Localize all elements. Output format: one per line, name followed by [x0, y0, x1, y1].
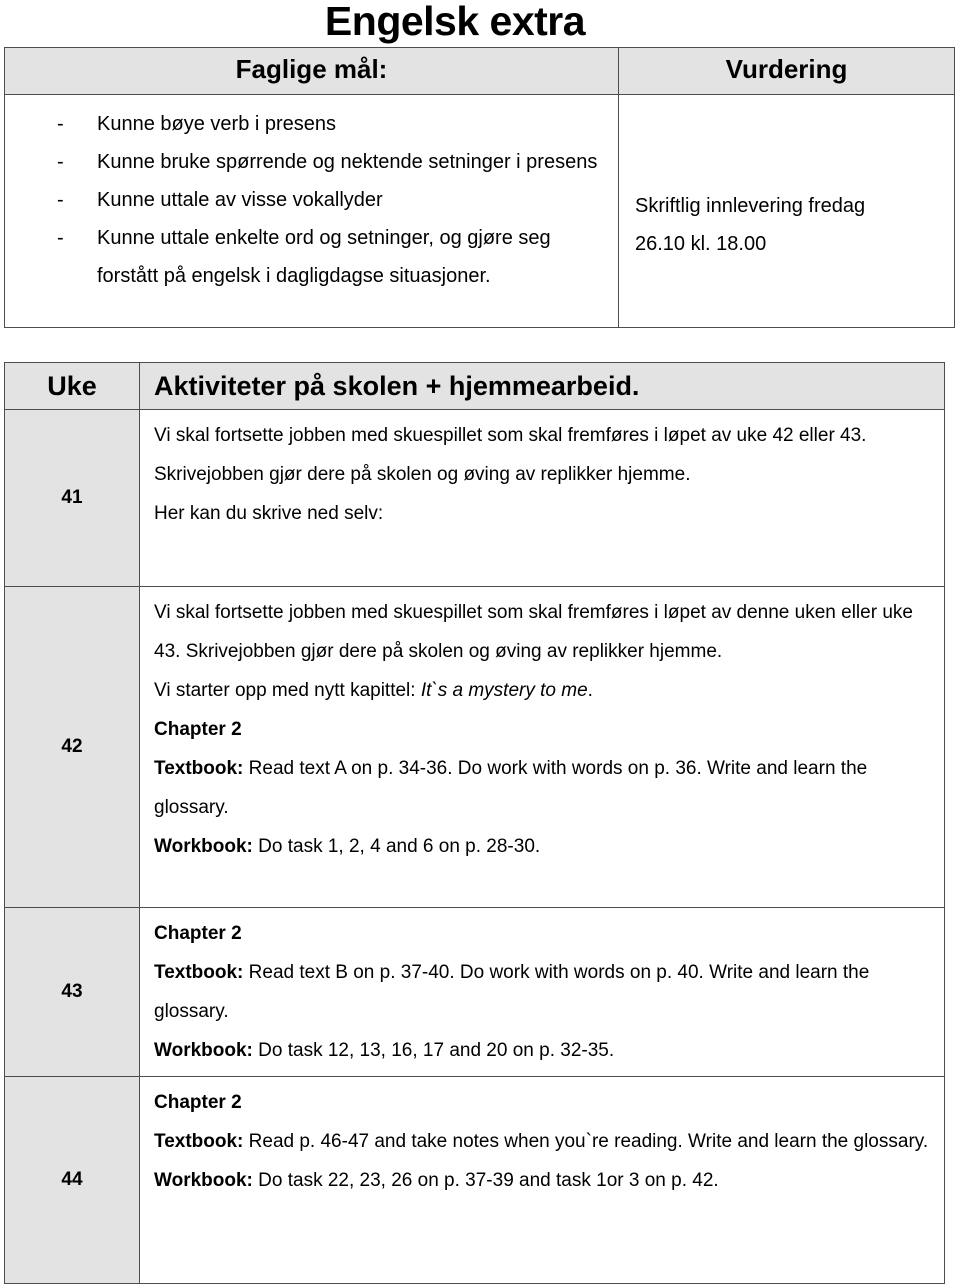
- assessment-cell: Skriftlig innlevering fredag 26.10 kl. 18…: [618, 94, 955, 328]
- bullet-dash-icon: -: [57, 189, 64, 211]
- content-label: Textbook:: [154, 962, 244, 983]
- content-line: Chapter 2: [154, 710, 932, 749]
- content-label: Chapter 2: [154, 1092, 242, 1113]
- content-line: Workbook: Do task 12, 13, 16, 17 and 20 …: [154, 1040, 615, 1061]
- weekly-plan-table: Uke Aktiviteter på skolen + hjemmearbeid…: [4, 362, 945, 1284]
- assessment-column-header: Vurdering: [618, 47, 955, 95]
- content-line: Vi skal fortsette jobben med skuespillet…: [154, 602, 913, 662]
- content-label: Workbook:: [154, 1170, 253, 1191]
- content-line: Chapter 2: [154, 914, 932, 953]
- goal-item-label: Kunne bruke spørrende og nektende setnin…: [97, 151, 598, 173]
- content-label: Chapter 2: [154, 923, 242, 944]
- week-number: 42: [4, 586, 140, 908]
- activities-column-header: Aktiviteter på skolen + hjemmearbeid.: [139, 362, 945, 410]
- goal-list: - Kunne bøye verb i presens - Kunne bruke s…: [15, 105, 608, 295]
- content-label: Workbook:: [154, 1040, 253, 1061]
- bullet-dash-icon: -: [57, 227, 64, 249]
- table-row: 43 Chapter 2 Textbook: Read text B on p. …: [4, 907, 945, 1077]
- week-content: Chapter 2 Textbook: Read text B on p. 37-…: [139, 907, 945, 1077]
- goal-item-label: Kunne uttale av visse vokallyder: [97, 189, 383, 211]
- week-number: 44: [4, 1076, 140, 1284]
- table-row: 41 Vi skal fortsette jobben med skuespil…: [4, 409, 945, 587]
- week-content: Vi skal fortsette jobben med skuespillet…: [139, 586, 945, 908]
- content-line: Her kan du skrive ned selv:: [154, 503, 384, 524]
- assessment-line: 26.10 kl. 18.00: [635, 233, 767, 255]
- content-line: Textbook: Read p. 46-47 and take notes w…: [154, 1131, 929, 1152]
- goals-cell: - Kunne bøye verb i presens - Kunne bruke s…: [4, 94, 619, 328]
- week-content: Chapter 2 Textbook: Read p. 46-47 and tak…: [139, 1076, 945, 1284]
- bullet-dash-icon: -: [57, 113, 64, 135]
- goal-item: - Kunne bruke spørrende og nektende setni…: [15, 143, 608, 181]
- goal-item: - Kunne uttale enkelte ord og setninger, …: [15, 219, 608, 295]
- bullet-dash-icon: -: [57, 151, 64, 173]
- content-line: Workbook: Do task 1, 2, 4 and 6 on p. 28…: [154, 836, 541, 857]
- content-line: Vi skal fortsette jobben med skuespillet…: [154, 425, 867, 485]
- week-column-header: Uke: [4, 362, 140, 410]
- goal-item-label: Kunne bøye verb i presens: [97, 113, 337, 135]
- content-line: Textbook: Read text B on p. 37-40. Do wo…: [154, 962, 870, 1022]
- goals-table-header-row: Faglige mål: Vurdering: [4, 47, 955, 95]
- content-line: Vi starter opp med nytt kapittel: It`s a…: [154, 680, 593, 701]
- content-line: Textbook: Read text A on p. 34-36. Do wo…: [154, 758, 868, 818]
- assessment-line: Skriftlig innlevering fredag: [635, 195, 866, 217]
- goals-table: Faglige mål: Vurdering - Kunne bøye verb …: [4, 47, 955, 328]
- table-row: 42 Vi skal fortsette jobben med skuespil…: [4, 586, 945, 908]
- content-line: Workbook: Do task 22, 23, 26 on p. 37-39…: [154, 1170, 719, 1191]
- plan-table-header-row: Uke Aktiviteter på skolen + hjemmearbeid…: [4, 362, 945, 410]
- goal-item: - Kunne uttale av visse vokallyder: [15, 181, 608, 219]
- chapter-title-italic: It`s a mystery to me: [420, 680, 588, 701]
- week-number: 41: [4, 409, 140, 587]
- content-label: Textbook:: [154, 1131, 244, 1152]
- page-title: Engelsk extra: [324, 0, 586, 44]
- content-line: Chapter 2: [154, 1083, 932, 1122]
- content-label: Textbook:: [154, 758, 244, 779]
- week-content: Vi skal fortsette jobben med skuespillet…: [139, 409, 945, 587]
- goal-item-label: Kunne uttale enkelte ord og setninger, o…: [97, 227, 551, 287]
- content-label: Chapter 2: [154, 719, 242, 740]
- goals-table-body-row: - Kunne bøye verb i presens - Kunne bruke s…: [4, 94, 955, 328]
- goals-column-header: Faglige mål:: [4, 47, 619, 95]
- goal-item: - Kunne bøye verb i presens: [15, 105, 608, 143]
- document-page: Engelsk extra Faglige mål: Vurdering - Ku…: [0, 0, 960, 1284]
- assessment-lines: Skriftlig innlevering fredag 26.10 kl. 18…: [635, 187, 954, 263]
- week-number: 43: [4, 907, 140, 1077]
- content-label: Workbook:: [154, 836, 253, 857]
- table-row: 44 Chapter 2 Textbook: Read p. 46-47 and …: [4, 1076, 945, 1284]
